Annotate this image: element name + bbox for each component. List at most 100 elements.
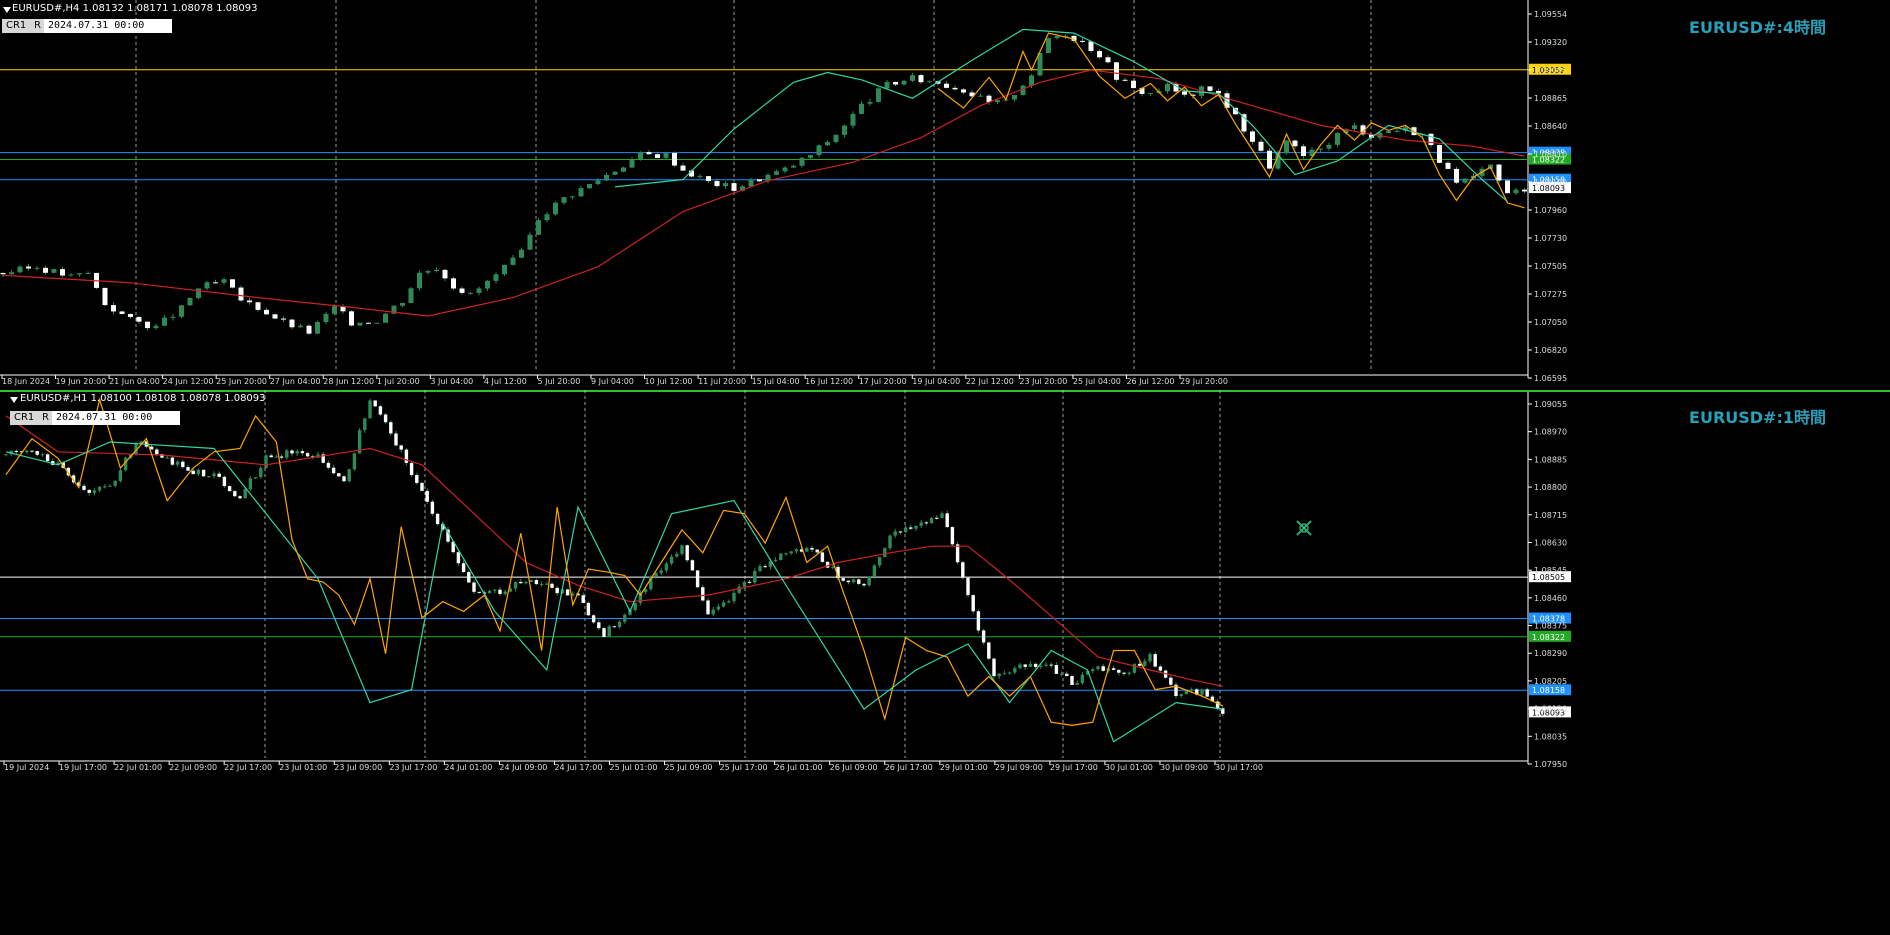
candle-body	[966, 577, 970, 596]
candle-body	[51, 269, 57, 273]
y-tick-label: 1.08630	[1534, 538, 1567, 547]
y-tick-label: 1.08640	[1534, 122, 1567, 131]
candle-body	[581, 595, 585, 603]
y-tick-label: 1.08460	[1534, 594, 1567, 603]
candle-body	[373, 400, 377, 407]
candle-body	[82, 485, 86, 490]
moving-average-line	[2, 69, 1525, 317]
candle-body	[1200, 689, 1204, 695]
candle-body	[901, 80, 907, 85]
candle-body	[867, 101, 873, 104]
y-tick-label: 1.07050	[1534, 318, 1567, 327]
candle-body	[1012, 95, 1017, 100]
candle-body	[264, 309, 269, 315]
candle-body	[25, 450, 29, 453]
y-tick-label: 1.08120	[1534, 705, 1567, 714]
y-tick-label: 1.08410	[1534, 150, 1567, 159]
h4-symbol-header: EURUSD#,H4 1.08132 1.08171 1.08078 1.080…	[12, 3, 258, 14]
candle-body	[279, 456, 284, 458]
h4-chart-panel[interactable]: 1.09052 1.08378 1.08322 1.08158 1.08093 1.095…	[0, 0, 1890, 386]
candle-body	[201, 469, 206, 477]
candle-body	[1091, 669, 1095, 672]
date-field[interactable]: 2024.07.31 00:00	[44, 19, 172, 33]
cr1-button[interactable]: CR1	[2, 19, 31, 33]
candle-body	[207, 476, 211, 478]
candle-body	[264, 455, 268, 469]
candle-body	[961, 89, 966, 93]
candle-body	[1158, 666, 1163, 671]
candle-body	[1207, 86, 1213, 91]
candle-body	[950, 527, 955, 545]
candle-body	[621, 167, 626, 172]
x-tick-label: 24 Jul 09:00	[499, 763, 547, 772]
candle-body	[1080, 40, 1085, 42]
y-tick-label: 1.06820	[1534, 346, 1567, 355]
collapse-arrow-icon[interactable]	[3, 7, 11, 13]
candle-body	[534, 580, 539, 585]
candle-body	[884, 81, 890, 89]
x-tick-label: 1 Jul 20:00	[377, 377, 420, 386]
candle-body	[961, 562, 965, 578]
candle-body	[1205, 689, 1209, 697]
y-tick-label: 1.07730	[1534, 234, 1567, 243]
y-tick-label: 1.09320	[1534, 38, 1567, 47]
candle-body	[417, 272, 422, 289]
candle-body	[1189, 689, 1194, 691]
candle-body	[1462, 178, 1468, 183]
candle-body	[612, 171, 618, 175]
candle-body	[285, 450, 289, 458]
zigzag-fast-line	[937, 32, 1525, 209]
candle-body	[623, 614, 627, 622]
candle-body	[337, 473, 341, 477]
date-field[interactable]: 2024.07.31 00:00	[52, 411, 180, 425]
candle-body	[404, 449, 409, 463]
price-level-label: 1.08158	[1532, 686, 1565, 695]
r-button[interactable]: R	[38, 411, 53, 425]
candle-body	[774, 171, 779, 175]
candle-body	[1437, 145, 1442, 163]
candle-body	[1059, 673, 1064, 675]
candle-body	[536, 220, 541, 235]
r-button[interactable]: R	[30, 19, 45, 33]
candle-body	[347, 469, 351, 482]
candle-body	[1013, 668, 1017, 673]
candle-body	[366, 322, 371, 324]
x-tick-label: 15 Jul 04:00	[752, 377, 800, 386]
candle-body	[97, 486, 102, 491]
candle-body	[1122, 79, 1128, 81]
candle-body	[196, 469, 201, 475]
candle-body	[374, 322, 380, 324]
candle-body	[747, 581, 752, 583]
candle-body	[357, 322, 363, 326]
candle-body	[77, 273, 82, 275]
candle-body	[883, 548, 887, 558]
crosshair-icon[interactable]	[1296, 520, 1312, 536]
candle-body	[1179, 694, 1183, 697]
candle-body	[1111, 668, 1116, 670]
candle-body	[233, 491, 237, 497]
candle-body	[502, 264, 507, 275]
candle-body	[553, 202, 558, 215]
candle-body	[680, 545, 684, 554]
h4-chart-svg[interactable]: 1.090521.083781.083221.081581.080931.095…	[0, 0, 1890, 386]
h1-chart-svg[interactable]: 1.085051.083781.083221.081581.080931.090…	[0, 390, 1890, 935]
h1-chart-panel[interactable]: 1.08505 1.08378 1.08322 1.08158 1.08093 1.090…	[0, 390, 1890, 935]
x-tick-label: 25 Jul 01:00	[610, 763, 658, 772]
candle-body	[306, 325, 312, 334]
candle-body	[1335, 133, 1340, 145]
candle-body	[690, 560, 695, 571]
candle-body	[196, 288, 201, 298]
candle-body	[617, 621, 622, 628]
x-tick-label: 29 Jul 20:00	[1180, 377, 1228, 386]
candle-body	[758, 566, 762, 571]
x-tick-label: 26 Jul 09:00	[830, 763, 878, 772]
candle-body	[935, 517, 939, 519]
candle-body	[9, 272, 14, 275]
y-tick-label: 1.09055	[1534, 400, 1567, 409]
candle-body	[430, 501, 435, 514]
candle-body	[940, 513, 944, 518]
cr1-button[interactable]: CR1	[10, 411, 39, 425]
candle-body	[833, 134, 839, 142]
candle-body	[669, 556, 674, 564]
collapse-arrow-icon[interactable]	[10, 397, 18, 403]
